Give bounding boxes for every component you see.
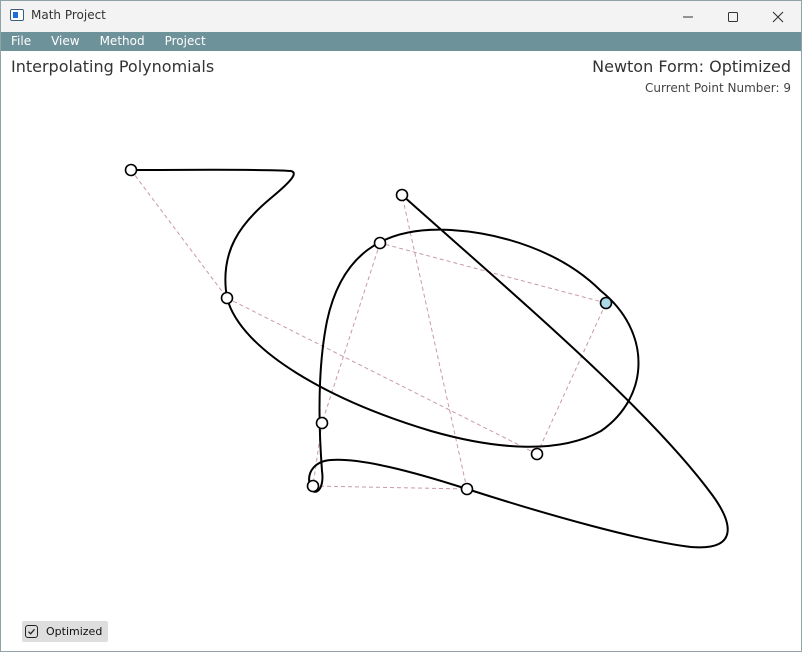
control-point[interactable] [315, 416, 329, 430]
guide-segment [226, 297, 538, 455]
checkmark-icon [28, 628, 35, 635]
guide-segment [379, 242, 607, 304]
optimized-checkbox[interactable]: Optimized [22, 621, 109, 642]
control-points[interactable] [124, 163, 613, 496]
guide-segment [321, 242, 381, 424]
page-title: Interpolating Polynomials [11, 57, 215, 76]
plot-canvas[interactable] [1, 1, 801, 651]
selected-control-point[interactable] [599, 296, 613, 310]
control-point[interactable] [373, 236, 387, 250]
control-point[interactable] [220, 291, 234, 305]
control-point[interactable] [530, 447, 544, 461]
current-point-readout: Current Point Number: 9 [645, 81, 791, 95]
optimized-label: Optimized [46, 625, 103, 638]
current-point-label: Current Point Number: [645, 81, 780, 95]
control-point[interactable] [124, 163, 138, 177]
guide-segment [312, 485, 468, 490]
checkbox-box [25, 625, 38, 638]
guide-segment [401, 194, 468, 490]
guide-segment [130, 169, 228, 299]
current-point-number: 9 [783, 81, 791, 95]
control-point[interactable] [395, 188, 409, 202]
interpolating-curve [130, 168, 729, 549]
control-point[interactable] [306, 479, 320, 493]
control-point[interactable] [460, 482, 474, 496]
polygon-guides [130, 169, 607, 490]
app-window: Math Project File View Method Project In… [0, 0, 802, 652]
method-label: Newton Form: Optimized [592, 57, 791, 76]
